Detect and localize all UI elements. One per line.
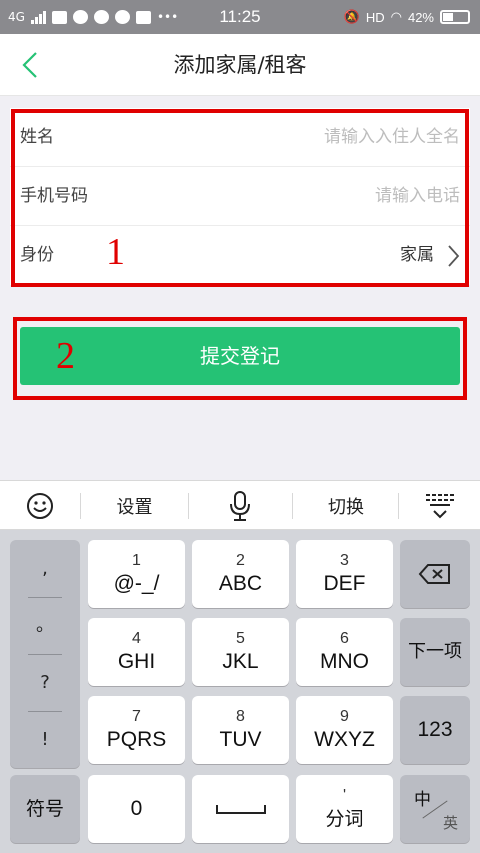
next-item-label: 下一项: [408, 641, 462, 662]
keyboard-collapse-icon: [426, 494, 454, 519]
key-1[interactable]: 1 @-_/: [88, 540, 185, 608]
toolbar-divider: [292, 493, 293, 519]
key-0[interactable]: 0: [88, 775, 185, 843]
smiley-icon: [27, 493, 53, 519]
mute-icon: 🔕: [343, 9, 360, 24]
fenci-label: 分词: [325, 808, 364, 830]
switch-button[interactable]: 切换: [294, 481, 398, 531]
key-letters: JKL: [222, 650, 259, 673]
voice-button[interactable]: [190, 481, 290, 531]
annotation-label-2: 2: [56, 335, 75, 377]
key-2[interactable]: 2 ABC: [192, 540, 289, 608]
key-letters: ABC: [218, 572, 263, 595]
keyboard: , 。 ? ! 1 @-_/ 2 ABC 3 DEF 4 GHI 5 JKL 6…: [0, 530, 480, 853]
key-number: 5: [236, 630, 245, 647]
key-number: 8: [236, 708, 245, 725]
nav-header: 添加家属/租客: [0, 34, 480, 96]
key-letters: GHI: [117, 650, 156, 673]
annotation-box-2: [13, 317, 467, 400]
numeric-key[interactable]: 123: [400, 696, 470, 764]
key-number: 6: [340, 630, 349, 647]
toolbar-divider: [188, 493, 189, 519]
microphone-icon: [230, 491, 250, 521]
space-key[interactable]: [192, 775, 289, 843]
zh-en-toggle-key[interactable]: 中 英: [400, 775, 470, 843]
keyboard-toolbar: 设置 切换: [0, 480, 480, 530]
fenci-apostrophe: ': [342, 787, 347, 804]
key-letters: DEF: [323, 572, 366, 595]
exclamation-key[interactable]: !: [10, 711, 80, 768]
symbols-label: 符号: [25, 798, 64, 820]
key-letters: TUV: [219, 728, 262, 751]
fenci-key[interactable]: ' 分词: [296, 775, 393, 843]
backspace-icon: [418, 564, 450, 584]
status-bar: 4G ••• 11:25 🔕 HD ◠ 42%: [0, 0, 480, 34]
toolbar-divider: [398, 493, 399, 519]
key-number: 2: [236, 552, 245, 569]
period-key[interactable]: 。: [10, 597, 80, 654]
annotation-label-1: 1: [106, 231, 125, 273]
collapse-keyboard-button[interactable]: [400, 481, 480, 531]
comma-key[interactable]: ,: [10, 540, 80, 597]
key-5[interactable]: 5 JKL: [192, 618, 289, 686]
key-letters: PQRS: [106, 728, 167, 751]
key-letters: @-_/: [113, 572, 160, 595]
battery-percent: 42%: [407, 9, 434, 25]
key-number: 3: [340, 552, 349, 569]
key-zero: 0: [130, 797, 143, 820]
annotation-box-1: [11, 109, 469, 287]
key-number: 9: [340, 708, 349, 725]
key-number: 4: [132, 630, 141, 647]
settings-button[interactable]: 设置: [82, 481, 187, 531]
en-label: 英: [442, 815, 458, 832]
punctuation-column: , 。 ? !: [10, 540, 80, 768]
emoji-button[interactable]: [0, 481, 80, 531]
key-8[interactable]: 8 TUV: [192, 696, 289, 764]
wifi-icon: ◠: [390, 9, 402, 24]
backspace-key[interactable]: [400, 540, 470, 608]
page-title: 添加家属/租客: [173, 53, 307, 77]
key-3[interactable]: 3 DEF: [296, 540, 393, 608]
hd-label: HD: [365, 9, 385, 25]
zh-label: 中: [414, 790, 431, 809]
key-9[interactable]: 9 WXYZ: [296, 696, 393, 764]
symbols-key[interactable]: 符号: [10, 775, 80, 843]
battery-icon: [440, 10, 470, 24]
key-7[interactable]: 7 PQRS: [88, 696, 185, 764]
status-right: 🔕 HD ◠ 42%: [344, 0, 470, 34]
key-4[interactable]: 4 GHI: [88, 618, 185, 686]
key-letters: WXYZ: [314, 728, 375, 751]
key-number: 1: [132, 552, 141, 569]
toolbar-divider: [80, 493, 81, 519]
key-6[interactable]: 6 MNO: [296, 618, 393, 686]
question-key[interactable]: ?: [10, 654, 80, 711]
numeric-label: 123: [417, 718, 453, 741]
key-letters: MNO: [320, 650, 369, 673]
key-number: 7: [132, 708, 141, 725]
next-item-key[interactable]: 下一项: [400, 618, 470, 686]
space-icon: [215, 805, 266, 814]
